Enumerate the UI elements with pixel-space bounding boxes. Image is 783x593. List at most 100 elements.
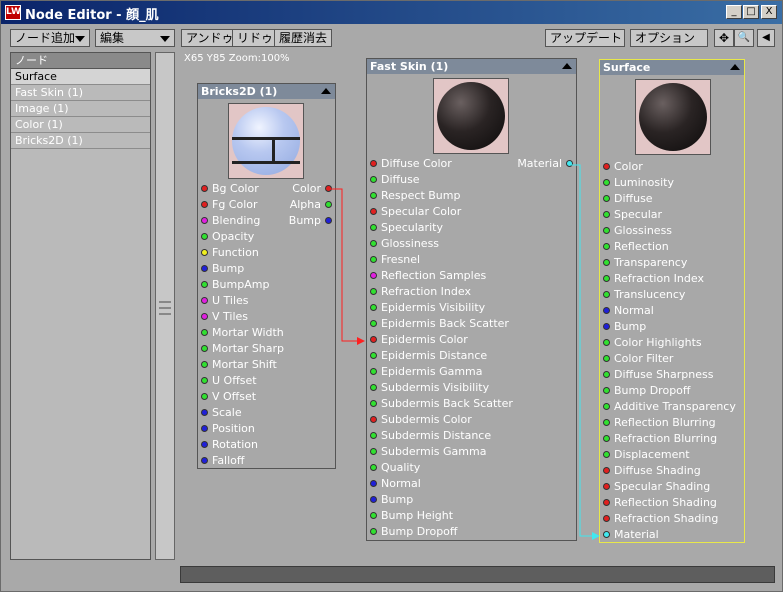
port-connector-icon[interactable] xyxy=(370,367,377,375)
port-connector-icon[interactable] xyxy=(370,239,377,247)
input-port[interactable]: Subdermis Visibility xyxy=(370,380,489,396)
input-port[interactable]: Reflection Samples xyxy=(370,268,486,284)
input-port[interactable]: Subdermis Color xyxy=(370,412,472,428)
input-port[interactable]: Refraction Index xyxy=(370,284,471,300)
node-list-item[interactable]: Surface xyxy=(11,69,150,85)
fast-skin-node[interactable]: Fast Skin (1) Diffuse Color Diffuse Respec… xyxy=(366,58,577,541)
zoom-icon[interactable]: 🔍 xyxy=(734,29,754,47)
input-port[interactable]: Quality xyxy=(370,460,420,476)
input-port[interactable]: Fg Color xyxy=(201,197,258,213)
input-port[interactable]: U Tiles xyxy=(201,293,249,309)
redo-button[interactable]: リドゥ xyxy=(232,29,279,47)
port-connector-icon[interactable] xyxy=(201,312,208,320)
port-connector-icon[interactable] xyxy=(201,440,208,448)
input-port[interactable]: Function xyxy=(201,245,259,261)
input-port[interactable]: Reflection Blurring xyxy=(603,415,716,431)
input-port[interactable]: Diffuse xyxy=(370,172,420,188)
output-port[interactable]: Bump xyxy=(289,213,332,229)
input-port[interactable]: Mortar Shift xyxy=(201,357,277,373)
port-connector-icon[interactable] xyxy=(370,255,377,263)
input-port[interactable]: Mortar Sharp xyxy=(201,341,284,357)
port-connector-icon[interactable] xyxy=(325,200,332,208)
port-connector-icon[interactable] xyxy=(201,184,208,192)
close-button[interactable]: X xyxy=(761,5,777,19)
port-connector-icon[interactable] xyxy=(603,226,610,234)
title-bar[interactable]: LW Node Editor - 顔_肌 _ □ X xyxy=(1,1,782,24)
input-port[interactable]: Normal xyxy=(370,476,421,492)
port-connector-icon[interactable] xyxy=(603,290,610,298)
port-connector-icon[interactable] xyxy=(201,376,208,384)
input-port[interactable]: Epidermis Distance xyxy=(370,348,487,364)
port-connector-icon[interactable] xyxy=(201,280,208,288)
port-connector-icon[interactable] xyxy=(603,466,610,474)
port-connector-icon[interactable] xyxy=(603,322,610,330)
minimize-button[interactable]: _ xyxy=(726,5,742,19)
undo-button[interactable]: アンドゥ xyxy=(181,29,239,47)
port-connector-icon[interactable] xyxy=(370,479,377,487)
port-connector-icon[interactable] xyxy=(370,319,377,327)
node-list-item[interactable]: Color (1) xyxy=(11,117,150,133)
edit-dropdown[interactable]: 編集 xyxy=(95,29,175,47)
port-connector-icon[interactable] xyxy=(603,402,610,410)
port-connector-icon[interactable] xyxy=(603,354,610,362)
port-connector-icon[interactable] xyxy=(370,527,377,535)
port-connector-icon[interactable] xyxy=(370,287,377,295)
port-connector-icon[interactable] xyxy=(325,216,332,224)
node-header[interactable]: Surface xyxy=(600,60,744,75)
port-connector-icon[interactable] xyxy=(603,306,610,314)
input-port[interactable]: Fresnel xyxy=(370,252,420,268)
pan-icon[interactable]: ✥ xyxy=(714,29,734,47)
input-port[interactable]: V Tiles xyxy=(201,309,248,325)
input-port[interactable]: Specularity xyxy=(370,220,443,236)
input-port[interactable]: Diffuse Sharpness xyxy=(603,367,713,383)
node-header[interactable]: Bricks2D (1) xyxy=(198,84,335,99)
port-connector-icon[interactable] xyxy=(370,495,377,503)
port-connector-icon[interactable] xyxy=(370,399,377,407)
input-port[interactable]: Epidermis Color xyxy=(370,332,468,348)
input-port[interactable]: Subdermis Gamma xyxy=(370,444,486,460)
port-connector-icon[interactable] xyxy=(603,386,610,394)
port-connector-icon[interactable] xyxy=(201,216,208,224)
port-connector-icon[interactable] xyxy=(370,335,377,343)
input-port[interactable]: Specular Shading xyxy=(603,479,710,495)
port-connector-icon[interactable] xyxy=(603,194,610,202)
port-connector-icon[interactable] xyxy=(370,207,377,215)
input-port[interactable]: Translucency xyxy=(603,287,685,303)
collapse-triangle-icon[interactable] xyxy=(562,63,572,69)
node-list-item[interactable]: Fast Skin (1) xyxy=(11,85,150,101)
input-port[interactable]: Reflection xyxy=(603,239,669,255)
input-port[interactable]: Rotation xyxy=(201,437,258,453)
port-connector-icon[interactable] xyxy=(370,511,377,519)
input-port[interactable]: Displacement xyxy=(603,447,690,463)
input-port[interactable]: Refraction Shading xyxy=(603,511,718,527)
input-port[interactable]: Position xyxy=(201,421,255,437)
port-connector-icon[interactable] xyxy=(603,482,610,490)
input-port[interactable]: Normal xyxy=(603,303,654,319)
input-port[interactable]: Epidermis Gamma xyxy=(370,364,483,380)
input-port[interactable]: Subdermis Back Scatter xyxy=(370,396,513,412)
port-connector-icon[interactable] xyxy=(603,530,610,538)
options-button[interactable]: オプション xyxy=(630,29,708,47)
input-port[interactable]: Blending xyxy=(201,213,260,229)
input-port[interactable]: Specular xyxy=(603,207,662,223)
input-port[interactable]: U Offset xyxy=(201,373,257,389)
port-connector-icon[interactable] xyxy=(201,248,208,256)
port-connector-icon[interactable] xyxy=(603,418,610,426)
update-button[interactable]: アップデート xyxy=(545,29,625,47)
input-port[interactable]: Color xyxy=(603,159,643,175)
input-port[interactable]: Refraction Blurring xyxy=(603,431,717,447)
input-port[interactable]: Glossiness xyxy=(603,223,672,239)
input-port[interactable]: V Offset xyxy=(201,389,256,405)
add-node-dropdown[interactable]: ノード追加 xyxy=(10,29,90,47)
input-port[interactable]: Bump xyxy=(201,261,244,277)
collapse-triangle-icon[interactable] xyxy=(730,64,740,70)
port-connector-icon[interactable] xyxy=(603,162,610,170)
input-port[interactable]: Scale xyxy=(201,405,242,421)
input-port[interactable]: Mortar Width xyxy=(201,325,284,341)
port-connector-icon[interactable] xyxy=(201,392,208,400)
port-connector-icon[interactable] xyxy=(201,360,208,368)
collapse-panel-icon[interactable]: ◀ xyxy=(757,29,775,47)
input-port[interactable]: Bump Dropoff xyxy=(370,524,457,540)
history-clear-button[interactable]: 履歴消去 xyxy=(274,29,333,47)
port-connector-icon[interactable] xyxy=(201,408,208,416)
